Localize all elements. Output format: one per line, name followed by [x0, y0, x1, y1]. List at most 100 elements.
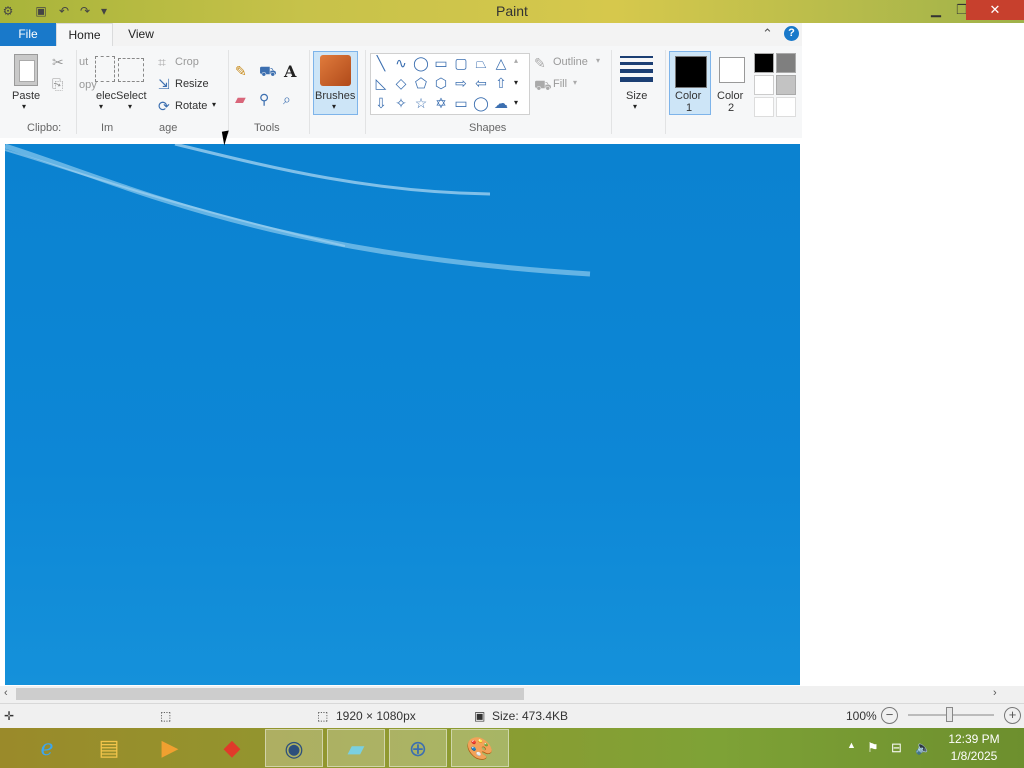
size-dropdown-icon[interactable]: ▾	[633, 102, 637, 111]
fill-bucket-icon[interactable]: ⛟	[259, 63, 277, 79]
palette-swatch-black[interactable]	[754, 53, 774, 73]
curve-shape-icon[interactable]: ∿	[393, 55, 409, 71]
paste-label: Paste	[12, 90, 41, 102]
rounded-rectangle-shape-icon[interactable]: ▢	[453, 55, 469, 71]
tab-home[interactable]: Home	[56, 23, 113, 47]
paste-dropdown-icon[interactable]: ▾	[22, 102, 26, 111]
rectangle-shape-icon[interactable]: ▭	[433, 55, 449, 71]
diamond-shape-icon[interactable]: ◇	[393, 75, 409, 91]
select-free-icon[interactable]	[118, 58, 144, 82]
crop-icon[interactable]: ⌗	[158, 54, 166, 70]
size-icon[interactable]	[620, 56, 653, 82]
four-point-star-shape-icon[interactable]: ✧	[393, 95, 409, 111]
group-separator	[365, 50, 366, 134]
palette-swatch-silver[interactable]	[776, 75, 796, 95]
fill-dropdown-icon[interactable]: ▾	[573, 78, 577, 87]
brushes-dropdown-icon[interactable]: ▾	[332, 102, 336, 111]
palette-swatch-empty[interactable]	[754, 97, 774, 117]
paint-taskbar-icon[interactable]: 🎨	[451, 729, 509, 767]
six-point-star-shape-icon[interactable]: ✡	[433, 95, 449, 111]
clipboard-group-label: Clipbo:	[27, 122, 62, 134]
notes-app-icon[interactable]: ▰	[327, 729, 385, 767]
scroll-right-icon[interactable]: ›	[993, 687, 997, 699]
shapes-more-icon[interactable]: ▾	[514, 98, 518, 107]
outline-label[interactable]: Outline	[553, 56, 588, 68]
resize-label[interactable]: Resize	[175, 78, 209, 90]
line-shape-icon[interactable]: ╲	[373, 55, 389, 71]
right-arrow-shape-icon[interactable]: ⇨	[453, 75, 469, 91]
eraser-icon[interactable]: ▰	[235, 91, 246, 107]
fill-label[interactable]: Fill	[553, 78, 567, 90]
copy-icon[interactable]: ⎘	[52, 76, 63, 92]
color2-swatch[interactable]	[719, 57, 745, 83]
brushes-label: Brushes	[315, 90, 356, 102]
cut-icon[interactable]: ✂	[52, 54, 64, 70]
volume-muted-icon[interactable]: 🔈	[915, 740, 931, 756]
zoom-slider-thumb[interactable]	[946, 707, 953, 722]
color1-label-a: Color	[675, 90, 702, 102]
oval-shape-icon[interactable]: ◯	[413, 55, 429, 71]
shapes-scroll-down-icon[interactable]: ▾	[514, 78, 518, 87]
magnifier-icon[interactable]: ⌕	[283, 91, 291, 107]
hexagon-shape-icon[interactable]: ⬡	[433, 75, 449, 91]
group-separator	[228, 50, 229, 134]
clock-time[interactable]: 12:39 PM	[948, 732, 1000, 746]
palette-swatch-empty[interactable]	[776, 97, 796, 117]
minimize-button[interactable]: ▁	[924, 0, 948, 20]
palette-swatch-gray[interactable]	[776, 53, 796, 73]
action-center-flag-icon[interactable]: ⚑	[867, 740, 879, 756]
brush-icon	[320, 55, 351, 86]
pencil-icon[interactable]: ✎	[235, 63, 247, 79]
file-explorer-icon[interactable]: ▤	[80, 729, 138, 767]
group-separator	[611, 50, 612, 134]
outline-icon[interactable]: ✎	[534, 55, 546, 71]
media-player-icon[interactable]: ▶	[141, 729, 199, 767]
image-dimensions: 1920 × 1080px	[336, 709, 416, 723]
help-icon[interactable]: ?	[784, 26, 799, 41]
select-icon[interactable]	[95, 56, 115, 82]
right-triangle-shape-icon[interactable]: ◺	[373, 75, 389, 91]
clock-date[interactable]: 1/8/2025	[948, 749, 1000, 763]
callout-cloud-shape-icon[interactable]: ☁	[493, 95, 509, 111]
palette-swatch-white[interactable]	[754, 75, 774, 95]
foxit-reader-icon[interactable]: ◆	[203, 729, 261, 767]
resize-icon[interactable]: ⇲	[158, 76, 170, 92]
browser-icon[interactable]: ◉	[265, 729, 323, 767]
up-arrow-shape-icon[interactable]: ⇧	[493, 75, 509, 91]
close-button[interactable]: ✕	[966, 0, 1024, 20]
select-dropdown-icon[interactable]: ▾	[99, 102, 103, 111]
crop-label[interactable]: Crop	[175, 56, 199, 68]
scroll-thumb[interactable]	[16, 688, 524, 700]
show-hidden-icons-icon[interactable]: ▲	[847, 740, 856, 750]
scroll-left-icon[interactable]: ‹	[4, 687, 8, 699]
text-tool-icon[interactable]: A	[284, 62, 296, 81]
triangle-shape-icon[interactable]: △	[493, 55, 509, 71]
network-icon[interactable]: ⊟	[891, 740, 902, 756]
selection-size-icon: ⬚	[160, 709, 172, 723]
internet-explorer-icon[interactable]: ℯ	[18, 729, 76, 767]
rotate-label[interactable]: Rotate	[175, 100, 207, 112]
five-point-star-shape-icon[interactable]: ☆	[413, 95, 429, 111]
download-manager-icon[interactable]: ⊕	[389, 729, 447, 767]
outline-dropdown-icon[interactable]: ▾	[596, 56, 600, 65]
rotate-dropdown-icon[interactable]: ▾	[212, 100, 216, 109]
tab-file[interactable]: File	[0, 23, 56, 46]
left-arrow-shape-icon[interactable]: ⇦	[473, 75, 489, 91]
color-picker-icon[interactable]: ⚲	[259, 91, 269, 107]
fill-icon[interactable]: ⛟	[534, 77, 552, 93]
shapes-scroll-up-icon[interactable]: ▴	[514, 56, 518, 65]
select-all-dropdown-icon[interactable]: ▾	[128, 102, 132, 111]
paste-paper-icon	[19, 60, 35, 82]
minimize-ribbon-icon[interactable]: ⌃	[762, 26, 773, 42]
down-arrow-shape-icon[interactable]: ⇩	[373, 95, 389, 111]
polygon-shape-icon[interactable]: ⏢	[473, 55, 489, 71]
rotate-icon[interactable]: ⟳	[158, 98, 170, 114]
callout-rectangle-shape-icon[interactable]: ▭	[453, 95, 469, 111]
zoom-out-button[interactable]: −	[881, 707, 898, 724]
pentagon-shape-icon[interactable]: ⬠	[413, 75, 429, 91]
callout-oval-shape-icon[interactable]: ◯	[473, 95, 489, 111]
drawing-canvas[interactable]	[5, 144, 800, 685]
paste-button[interactable]	[10, 52, 40, 88]
tab-view[interactable]: View	[113, 23, 169, 46]
zoom-in-button[interactable]: +	[1004, 707, 1021, 724]
